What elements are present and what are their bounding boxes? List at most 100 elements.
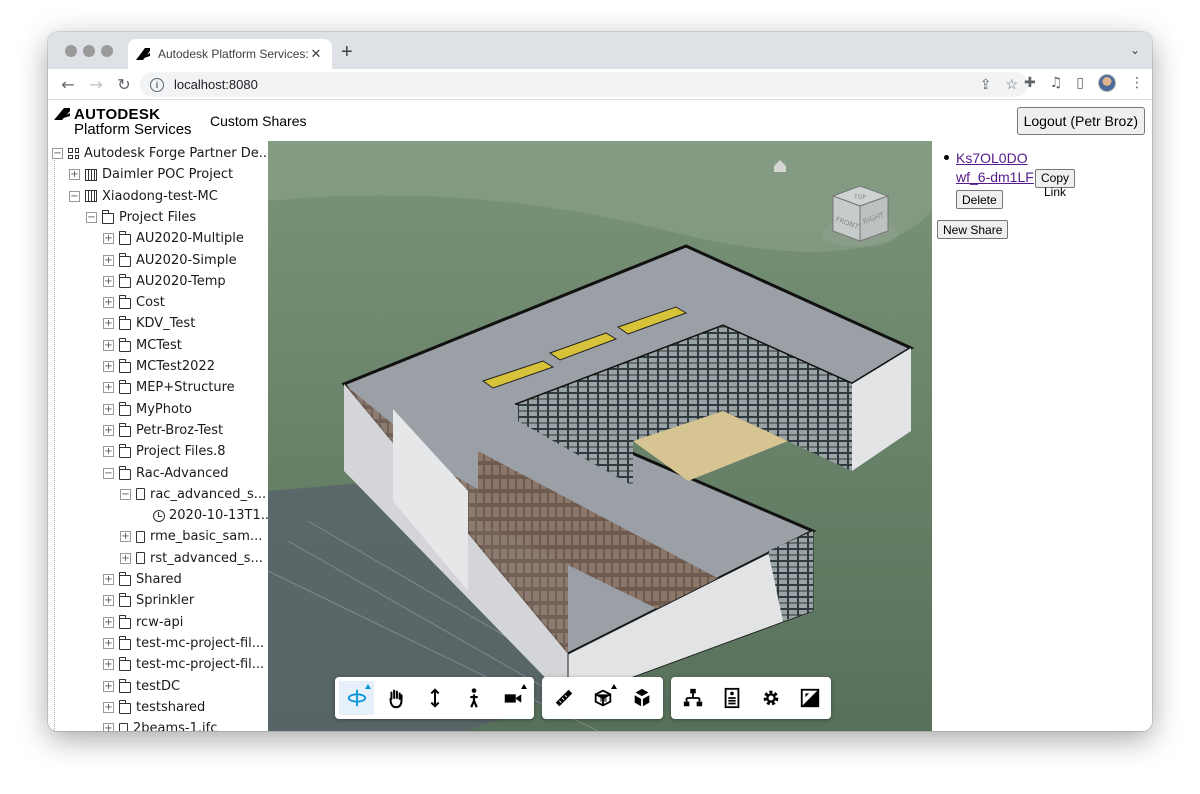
- copy-link-button[interactable]: Copy Link: [1035, 169, 1076, 199]
- forward-button[interactable]: →: [82, 75, 110, 94]
- site-info-icon[interactable]: i: [150, 77, 164, 92]
- url-text[interactable]: localhost:8080: [174, 77, 258, 92]
- tree-item-label: KDV_Test: [136, 316, 196, 332]
- expand-toggle-icon[interactable]: +: [69, 169, 80, 181]
- window-close-dot[interactable]: [65, 45, 77, 57]
- collapse-toggle-icon[interactable]: −: [52, 148, 63, 159]
- new-share-button[interactable]: New Share: [937, 220, 1009, 239]
- extensions-puzzle-icon[interactable]: ✚: [1024, 75, 1036, 91]
- expand-toggle-icon[interactable]: +: [103, 254, 114, 266]
- explode-cube-icon: [634, 688, 649, 707]
- side-panel-icon[interactable]: ▯: [1076, 75, 1084, 91]
- expand-toggle-icon[interactable]: +: [103, 723, 114, 731]
- tree-item[interactable]: + MCTest: [103, 335, 182, 356]
- expand-toggle-icon[interactable]: +: [103, 616, 114, 628]
- fullscreen-tool-button[interactable]: [792, 681, 827, 715]
- collapse-toggle-icon[interactable]: −: [103, 467, 114, 479]
- expand-toggle-icon[interactable]: +: [103, 595, 114, 607]
- tree-item[interactable]: + MyPhoto: [103, 399, 192, 420]
- orbit-tool-button[interactable]: [339, 681, 374, 715]
- tree-item[interactable]: + AU2020-Temp: [103, 271, 226, 292]
- expand-toggle-icon[interactable]: +: [103, 701, 114, 713]
- explode-tool-button[interactable]: [624, 681, 659, 715]
- properties-tool-button[interactable]: [714, 681, 749, 715]
- tree-item[interactable]: + MCTest2022: [103, 356, 215, 377]
- first-person-tool-button[interactable]: [456, 681, 491, 715]
- tree-item[interactable]: + test-mc-project-fil...: [103, 654, 264, 675]
- pan-tool-button[interactable]: [378, 681, 413, 715]
- expand-toggle-icon[interactable]: +: [103, 233, 114, 245]
- tree-item[interactable]: + testDC: [103, 676, 180, 697]
- logo-text-platform: Platform Services: [74, 121, 192, 138]
- expand-toggle-icon[interactable]: +: [103, 361, 114, 372]
- browser-tab[interactable]: Autodesk Platform Services: Cu ✕: [128, 39, 332, 69]
- settings-tool-button[interactable]: [753, 681, 788, 715]
- tree-item-label: Xiaodong-test-MC: [102, 188, 218, 204]
- expand-toggle-icon[interactable]: +: [103, 297, 114, 309]
- section-tool-button[interactable]: [585, 681, 620, 715]
- tree-item[interactable]: + Cost: [103, 292, 165, 313]
- profile-avatar[interactable]: [1098, 74, 1116, 92]
- tree-item[interactable]: + MEP+Structure: [103, 377, 235, 398]
- tree-item-label: Sprinkler: [136, 593, 195, 609]
- tree-item[interactable]: + rme_basic_sam...: [120, 526, 262, 547]
- expand-toggle-icon[interactable]: +: [103, 318, 114, 330]
- collapse-toggle-icon[interactable]: −: [120, 488, 131, 500]
- camera-tool-button[interactable]: [495, 681, 530, 715]
- media-control-icon[interactable]: ♫: [1050, 75, 1063, 91]
- window-minimize-dot[interactable]: [83, 45, 95, 57]
- tree-item[interactable]: − rac_advanced_s...: [120, 484, 266, 505]
- tab-search-icon[interactable]: ⌄: [1130, 43, 1140, 57]
- tree-item[interactable]: + Daimler POC Project: [69, 164, 233, 185]
- tree-item[interactable]: + Shared: [103, 569, 182, 590]
- viewcube-top-label[interactable]: TOP: [853, 194, 866, 201]
- expand-toggle-icon[interactable]: +: [103, 680, 114, 692]
- new-tab-button[interactable]: +: [341, 41, 353, 64]
- tree-item[interactable]: + test-mc-project-fil...: [103, 633, 264, 654]
- bookmark-star-icon[interactable]: ☆: [1005, 76, 1018, 93]
- tree-item[interactable]: + rcw-api: [103, 612, 183, 633]
- building-3d-model[interactable]: TOP FRONT RIGHT: [268, 141, 932, 731]
- tree-item[interactable]: + testshared: [103, 697, 205, 718]
- expand-toggle-icon[interactable]: +: [103, 403, 114, 415]
- expand-toggle-icon[interactable]: +: [120, 552, 131, 564]
- tree-item[interactable]: 2020-10-13T1...: [153, 505, 268, 526]
- collapse-toggle-icon[interactable]: −: [86, 211, 97, 223]
- address-bar[interactable]: i localhost:8080 ⇪ ☆: [140, 72, 1028, 97]
- logout-button[interactable]: Logout (Petr Broz): [1016, 107, 1145, 135]
- expand-toggle-icon[interactable]: +: [103, 574, 114, 585]
- tree-item[interactable]: + AU2020-Multiple: [103, 228, 244, 249]
- back-button[interactable]: ←: [54, 75, 82, 94]
- tree-item[interactable]: +2beams-1.ifc: [103, 718, 217, 731]
- tree-item[interactable]: + Petr-Broz-Test: [103, 420, 223, 441]
- model-tree-icon: [683, 688, 702, 707]
- expand-toggle-icon[interactable]: +: [103, 424, 114, 436]
- expand-toggle-icon[interactable]: +: [103, 275, 114, 287]
- tree-item[interactable]: − Rac-Advanced: [103, 463, 228, 484]
- tree-item[interactable]: + rst_advanced_s...: [120, 548, 263, 569]
- tree-item[interactable]: + AU2020-Simple: [103, 250, 237, 271]
- reload-button[interactable]: ↻: [110, 75, 138, 94]
- model-browser-tool-button[interactable]: [675, 681, 710, 715]
- measure-tool-button[interactable]: [546, 681, 581, 715]
- tree-root[interactable]: − Autodesk Forge Partner De...: [52, 143, 268, 164]
- browser-menu-icon[interactable]: ⋮: [1130, 75, 1144, 91]
- expand-toggle-icon[interactable]: +: [103, 637, 114, 649]
- expand-toggle-icon[interactable]: +: [103, 659, 114, 671]
- expand-toggle-icon[interactable]: +: [103, 382, 114, 394]
- window-zoom-dot[interactable]: [101, 45, 113, 57]
- delete-share-button[interactable]: Delete: [956, 190, 1003, 209]
- share-icon[interactable]: ⇪: [980, 76, 992, 93]
- collapse-toggle-icon[interactable]: −: [69, 190, 80, 202]
- expand-toggle-icon[interactable]: +: [103, 339, 114, 351]
- tree-item[interactable]: + Sprinkler: [103, 590, 194, 611]
- zoom-tool-button[interactable]: [417, 681, 452, 715]
- tree-item[interactable]: − Project Files: [86, 207, 196, 228]
- tree-item[interactable]: + Project Files.8: [103, 441, 226, 462]
- tree-item[interactable]: − Xiaodong-test-MC: [69, 186, 218, 207]
- expand-toggle-icon[interactable]: +: [120, 531, 131, 543]
- model-viewer[interactable]: TOP FRONT RIGHT: [268, 141, 932, 731]
- expand-toggle-icon[interactable]: +: [103, 446, 114, 458]
- tab-close-icon[interactable]: ✕: [308, 47, 324, 62]
- tree-item[interactable]: + KDV_Test: [103, 313, 195, 334]
